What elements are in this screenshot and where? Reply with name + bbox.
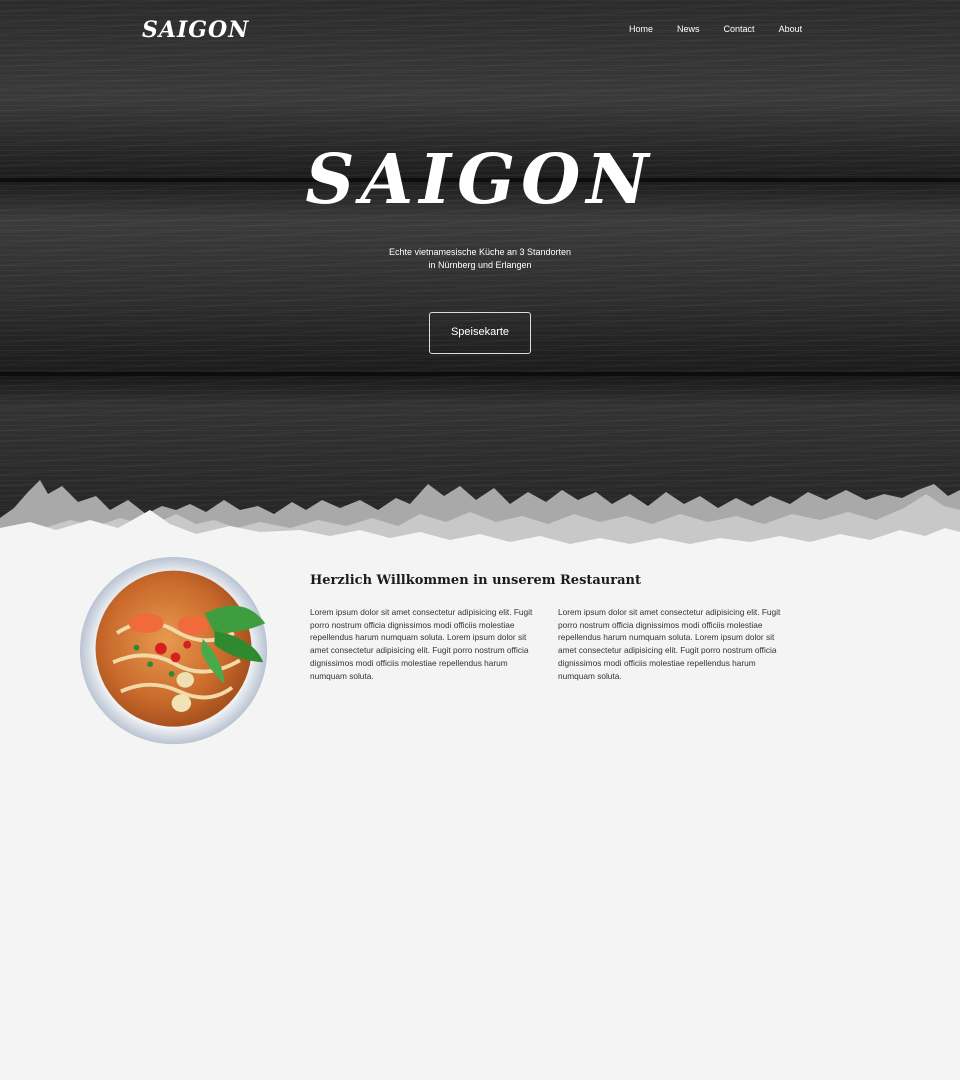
main-nav: Home News Contact About: [629, 24, 826, 34]
hero-section: SAIGON Home News Contact About SAIGON Ec…: [0, 0, 960, 548]
wood-plank-divider: [0, 372, 960, 376]
brush-stroke-divider: [0, 480, 960, 548]
nav-home[interactable]: Home: [629, 24, 653, 34]
tagline-line-2: in Nürnberg und Erlangen: [428, 260, 532, 270]
nav-contact[interactable]: Contact: [724, 24, 755, 34]
welcome-heading: Herzlich Willkommen in unserem Restauran…: [310, 573, 641, 588]
welcome-text-column-1: Lorem ipsum dolor sit amet consectetur a…: [310, 607, 533, 681]
hero-tagline: Echte vietnamesische Küche an 3 Standort…: [0, 246, 960, 272]
speisekarte-button[interactable]: Speisekarte: [429, 312, 531, 354]
site-logo[interactable]: SAIGON: [142, 17, 249, 43]
hero-title: SAIGON: [305, 140, 655, 220]
nav-news[interactable]: News: [677, 24, 700, 34]
noodle-soup-bowl-image: [79, 556, 268, 745]
nav-about[interactable]: About: [779, 24, 803, 34]
tagline-line-1: Echte vietnamesische Küche an 3 Standort…: [388, 247, 572, 257]
welcome-text-column-2: Lorem ipsum dolor sit amet consectetur a…: [558, 607, 781, 681]
